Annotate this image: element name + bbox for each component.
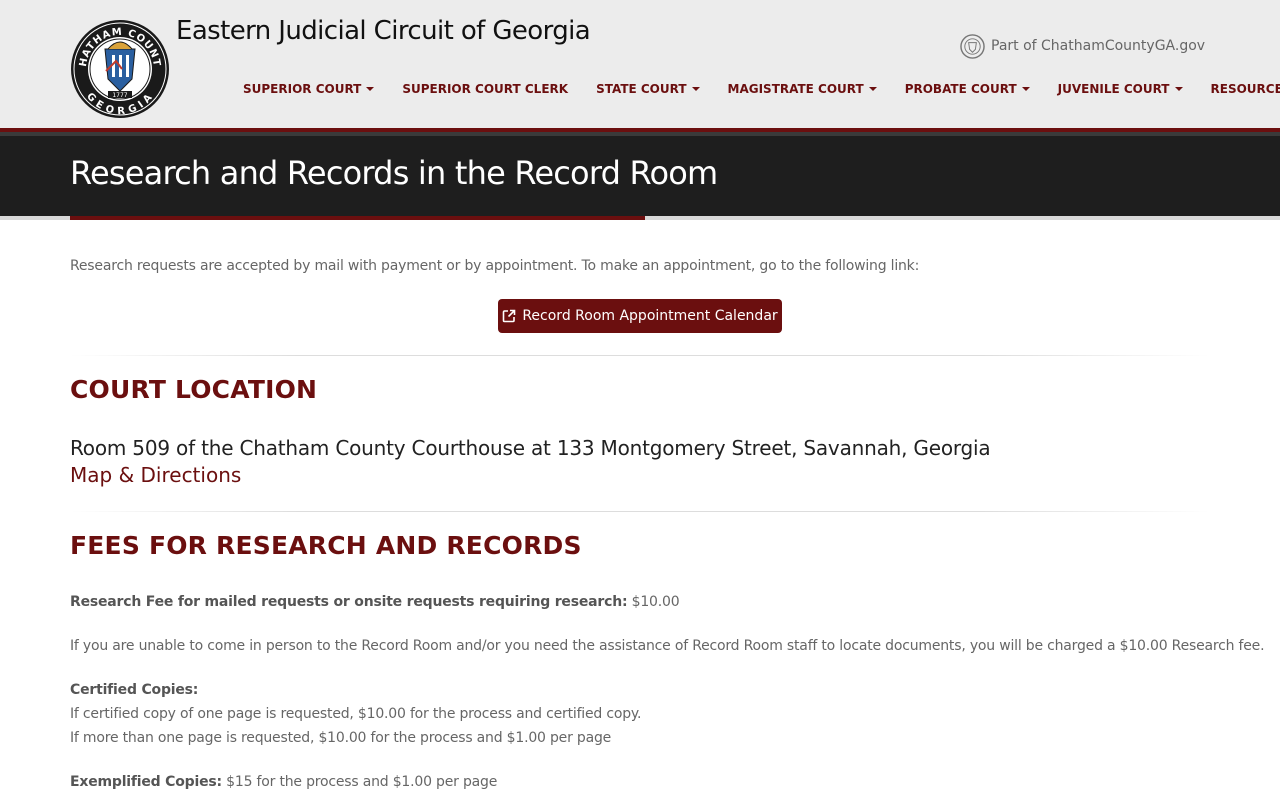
- part-of-link[interactable]: Part of ChathamCountyGA.gov: [960, 33, 1205, 59]
- site-header: 1777 CHATHAM COUNTY GEORGIA Eastern Judi…: [0, 0, 1280, 128]
- research-fee-label: Research Fee for mailed requests or onsi…: [70, 594, 628, 610]
- nav-juvenile-court[interactable]: JUVENILE COURT: [1058, 82, 1183, 96]
- exemplified-value: $15 for the process and $1.00 per page: [221, 774, 498, 790]
- section-divider: [70, 511, 1210, 512]
- research-fee-line: Research Fee for mailed requests or onsi…: [70, 594, 680, 610]
- nav-label: PROBATE COURT: [904, 82, 1017, 96]
- button-label: Record Room Appointment Calendar: [522, 308, 778, 324]
- caret-down-icon: [691, 87, 700, 91]
- site-title[interactable]: Eastern Judicial Circuit of Georgia: [176, 16, 591, 46]
- fees-heading: FEES FOR RESEARCH AND RECORDS: [70, 531, 582, 560]
- county-seal-icon: [960, 33, 985, 59]
- intro-text: Research requests are accepted by mail w…: [70, 258, 920, 274]
- external-link-icon: [503, 309, 516, 323]
- appointment-calendar-button[interactable]: Record Room Appointment Calendar: [498, 299, 782, 333]
- heading-normal: COURT: [70, 375, 175, 404]
- nav-label: JUVENILE COURT: [1057, 82, 1170, 96]
- caret-down-icon: [1021, 87, 1030, 91]
- nav-probate-court[interactable]: PROBATE COURT: [905, 82, 1030, 96]
- nav-label: STATE COURT: [596, 82, 687, 96]
- section-divider: [70, 355, 1210, 356]
- nav-resources[interactable]: RESOURCES: [1211, 82, 1280, 96]
- heading-normal: FOR RESEARCH AND RECORDS: [140, 531, 582, 560]
- exemplified-label: Exemplified Copies:: [70, 774, 222, 790]
- nav-superior-court[interactable]: SUPERIOR COURT: [243, 82, 375, 96]
- svg-text:1777: 1777: [112, 92, 127, 99]
- court-address: Room 509 of the Chatham County Courthous…: [70, 436, 991, 460]
- map-directions-link[interactable]: Map & Directions: [70, 463, 241, 487]
- nav-label: MAGISTRATE COURT: [727, 82, 864, 96]
- county-seal-logo[interactable]: 1777 CHATHAM COUNTY GEORGIA: [70, 19, 170, 119]
- part-of-label: Part of ChathamCountyGA.gov: [991, 38, 1206, 54]
- caret-down-icon: [366, 87, 375, 91]
- court-location-heading: COURT LOCATION: [70, 375, 317, 404]
- nav-label: SUPERIOR COURT: [243, 82, 362, 96]
- caret-down-icon: [1174, 87, 1183, 91]
- heading-bold: LOCATION: [174, 375, 318, 404]
- heading-bold: FEES: [70, 531, 141, 560]
- exemplified-copies-line: Exemplified Copies: $15 for the process …: [70, 774, 497, 790]
- certified-multi-page: If more than one page is requested, $10.…: [70, 730, 612, 746]
- certified-label: Certified Copies:: [70, 682, 199, 698]
- main-nav: SUPERIOR COURT SUPERIOR COURT CLERK STAT…: [243, 82, 1280, 96]
- banner-accent-bar: [70, 216, 645, 220]
- nav-superior-court-clerk[interactable]: SUPERIOR COURT CLERK: [402, 82, 568, 96]
- research-fee-note: If you are unable to come in person to t…: [70, 638, 1265, 654]
- nav-magistrate-court[interactable]: MAGISTRATE COURT: [728, 82, 877, 96]
- research-fee-value: $10.00: [627, 594, 680, 610]
- caret-down-icon: [868, 87, 877, 91]
- nav-label: SUPERIOR COURT CLERK: [402, 82, 569, 96]
- certified-one-page: If certified copy of one page is request…: [70, 706, 642, 722]
- nav-state-court[interactable]: STATE COURT: [596, 82, 700, 96]
- page-title: Research and Records in the Record Room: [70, 154, 718, 192]
- nav-label: RESOURCES: [1210, 82, 1280, 96]
- certified-copies-label: Certified Copies:: [70, 682, 198, 698]
